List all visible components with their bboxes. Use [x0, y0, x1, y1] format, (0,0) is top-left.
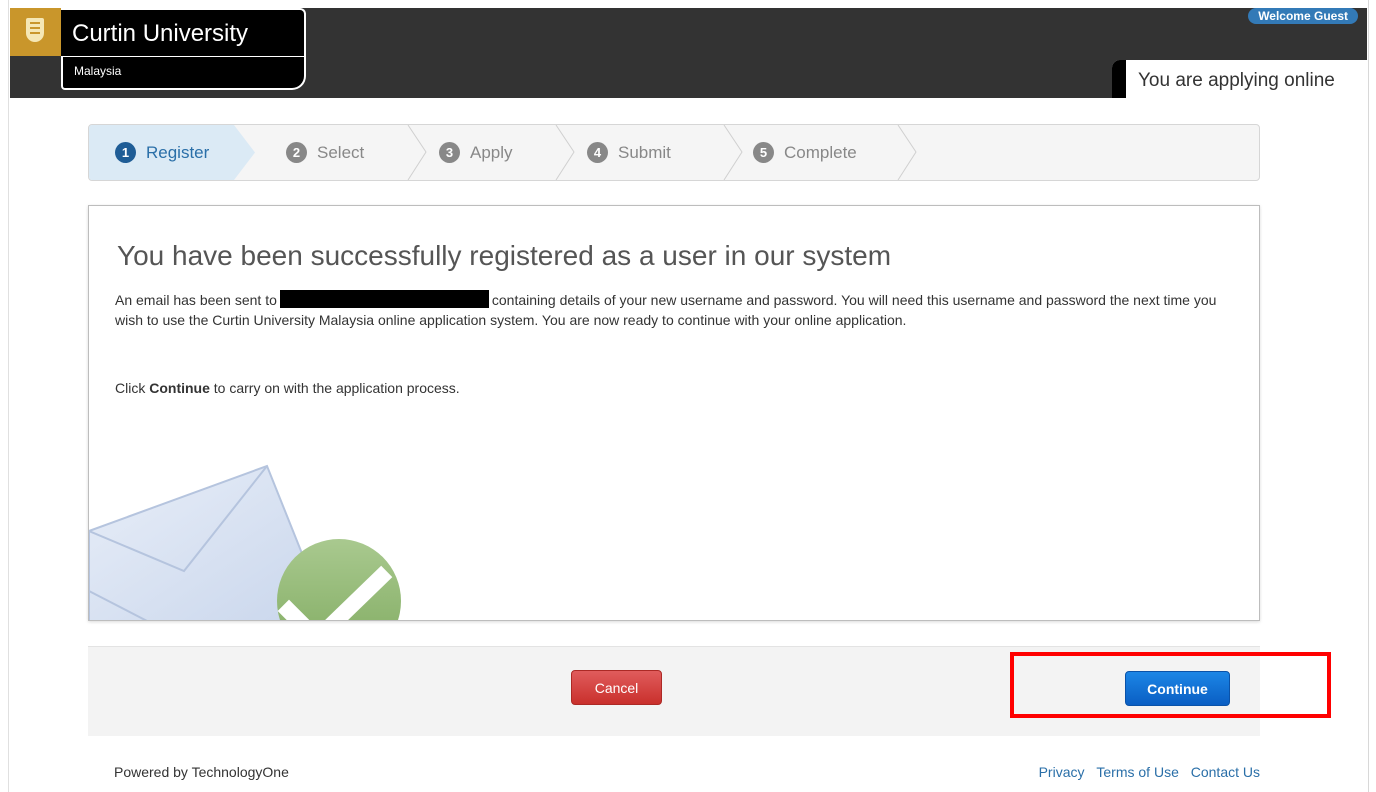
- step-number: 2: [286, 142, 307, 163]
- powered-by: Powered by TechnologyOne: [114, 764, 289, 780]
- step-label: Register: [146, 142, 210, 162]
- wizard-step-submit: 4 Submit: [587, 125, 737, 180]
- step-label: Complete: [784, 142, 857, 162]
- brand-subtitle: Malaysia: [61, 56, 306, 90]
- step-separator: [897, 125, 917, 180]
- step-separator: [555, 125, 575, 180]
- window-right-edge: [1368, 0, 1376, 792]
- continue-instruction: Click Continue to carry on with the appl…: [115, 378, 1235, 398]
- applying-online-label: You are applying online: [1138, 70, 1335, 91]
- continue-highlight-box: [1010, 652, 1331, 718]
- wizard-step-register: 1 Register: [89, 125, 255, 180]
- privacy-link[interactable]: Privacy: [1039, 764, 1085, 780]
- envelope-check-icon: [89, 464, 401, 620]
- page-title: You have been successfully registered as…: [117, 240, 892, 271]
- step-separator: [407, 125, 427, 180]
- step-label: Select: [317, 142, 365, 162]
- step-separator: [723, 125, 743, 180]
- instruction-bold: Continue: [149, 380, 210, 396]
- step-label: Apply: [470, 142, 513, 162]
- step-number: 1: [115, 142, 136, 163]
- curtin-logo[interactable]: Curtin University Malaysia: [10, 8, 306, 92]
- instruction-text: Click: [115, 380, 146, 396]
- progress-wizard: 1 Register 2 Select 3 Apply 4 Submit 5 C…: [88, 124, 1260, 181]
- step-number: 3: [439, 142, 460, 163]
- terms-of-use-link[interactable]: Terms of Use: [1096, 764, 1178, 780]
- step-number: 4: [587, 142, 608, 163]
- applying-online-tab: You are applying online: [1112, 60, 1367, 98]
- step-label: Submit: [618, 142, 671, 162]
- welcome-badge[interactable]: Welcome Guest: [1248, 8, 1358, 24]
- cancel-button[interactable]: Cancel: [571, 670, 662, 705]
- step-number: 5: [753, 142, 774, 163]
- contact-us-link[interactable]: Contact Us: [1191, 764, 1260, 780]
- confirmation-panel: You have been successfully registered as…: [88, 205, 1260, 621]
- instruction-text: to carry on with the application process…: [213, 380, 460, 396]
- redacted-email: [279, 290, 489, 308]
- crest-icon: [10, 8, 61, 56]
- footer-links: Privacy Terms of Use Contact Us: [1031, 764, 1260, 780]
- window-left-edge: [0, 0, 9, 792]
- email-sent-message: An email has been sent to containing deta…: [115, 290, 1235, 330]
- message-text: An email has been sent to: [115, 292, 277, 308]
- brand-name: Curtin University: [61, 8, 306, 56]
